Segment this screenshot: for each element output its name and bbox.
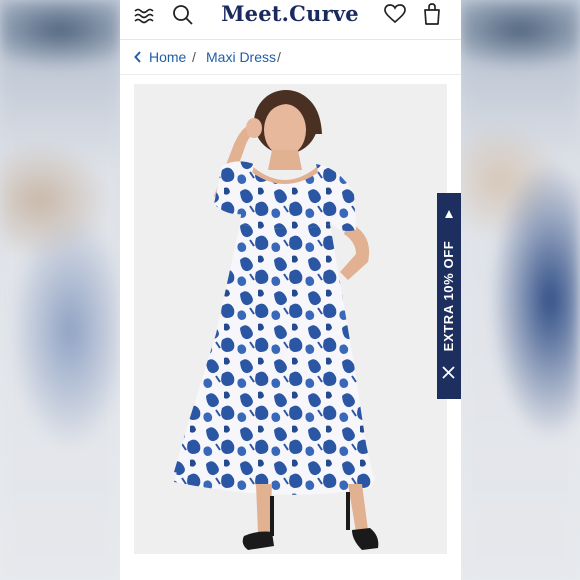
product-image[interactable] — [134, 84, 447, 554]
breadcrumb-maxi-dress-link[interactable]: Maxi Dress — [206, 49, 276, 65]
breadcrumb-home-link[interactable]: Home — [149, 49, 186, 65]
search-icon[interactable] — [172, 4, 194, 26]
close-icon[interactable] — [442, 366, 455, 379]
brand-logo[interactable]: Meet.Curve — [220, 1, 360, 26]
top-navigation-bar: Meet.Curve — [120, 0, 461, 40]
promo-side-tab[interactable]: EXTRA 10% OFF — [437, 193, 461, 399]
menu-icon[interactable] — [134, 6, 156, 24]
breadcrumb-separator: / — [192, 49, 196, 65]
chevron-left-icon[interactable] — [134, 51, 142, 63]
breadcrumb: Home / Maxi Dress / — [120, 41, 461, 75]
shopping-bag-icon[interactable] — [422, 3, 442, 25]
background-right — [460, 0, 580, 580]
promo-label: EXTRA 10% OFF — [441, 240, 456, 352]
breadcrumb-separator: / — [277, 49, 281, 65]
background-left — [0, 0, 120, 580]
model-illustration — [174, 90, 379, 550]
heart-icon[interactable] — [384, 4, 406, 24]
phone-screen: Meet.Curve Home / Maxi Dress / EXTRA 10%… — [120, 0, 461, 580]
